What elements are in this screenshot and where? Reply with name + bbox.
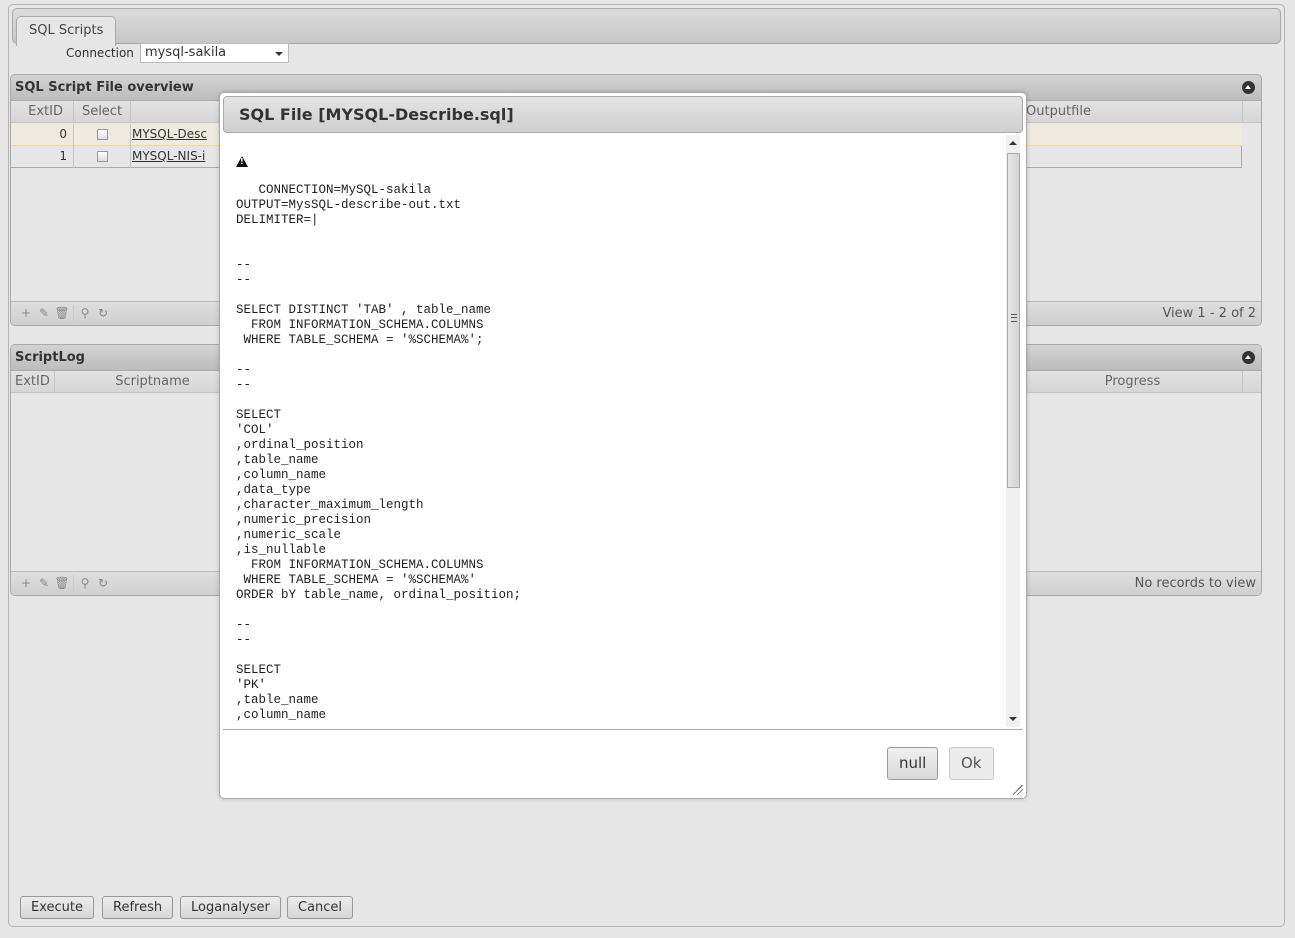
select-checkbox[interactable] — [96, 129, 108, 140]
pager-info: No records to view — [1134, 576, 1256, 591]
grip-icon — [1011, 314, 1017, 322]
row-select — [74, 124, 131, 146]
script-link[interactable]: MYSQL-Desc — [132, 124, 207, 146]
scroll-up-icon[interactable] — [1009, 141, 1017, 145]
execute-button[interactable]: Execute — [20, 896, 94, 919]
pager-info: View 1 - 2 of 2 — [1162, 306, 1256, 321]
connection-value: mysql-sakila — [145, 45, 227, 60]
tab-sql-scripts[interactable]: SQL Scripts — [16, 16, 117, 46]
row-extid: 0 — [11, 124, 74, 146]
ok-button[interactable]: Ok — [949, 747, 994, 780]
refresh-button[interactable]: Refresh — [102, 896, 174, 919]
connection-select[interactable]: mysql-sakila — [140, 43, 289, 63]
connection-label: Connection — [66, 46, 134, 60]
dialog-body: CONNECTION=MySQL-sakila OUTPUT=MysSQL-de… — [223, 135, 1023, 730]
loganalyser-button[interactable]: Loganalyser — [180, 896, 281, 919]
refresh-icon[interactable]: ↻ — [94, 306, 112, 320]
plus-icon[interactable]: + — [17, 306, 35, 320]
null-button[interactable]: null — [887, 747, 939, 780]
search-icon[interactable]: ⚲ — [76, 576, 94, 590]
sql-content: CONNECTION=MySQL-sakila OUTPUT=MysSQL-de… — [236, 183, 522, 722]
collapse-icon[interactable] — [1242, 351, 1255, 364]
col-extid[interactable]: ExtID — [11, 101, 74, 123]
col-select[interactable]: Select — [74, 101, 131, 123]
col-outputfile[interactable]: Outputfile — [1025, 101, 1243, 123]
sql-file-dialog: SQL File [MYSQL-Describe.sql] CONNECTION… — [219, 92, 1027, 799]
scroll-down-icon[interactable] — [1009, 717, 1017, 721]
vertical-scrollbar[interactable] — [1006, 135, 1020, 727]
plus-icon[interactable]: + — [17, 576, 35, 590]
chevron-down-icon — [275, 52, 283, 56]
tab-bar: SQL Scripts — [12, 8, 1281, 46]
row-extid: 1 — [11, 146, 74, 168]
select-checkbox[interactable] — [96, 151, 108, 162]
cancel-button[interactable]: Cancel — [287, 896, 354, 919]
refresh-icon[interactable]: ↻ — [94, 576, 112, 590]
trash-icon[interactable]: 🗑 — [53, 576, 71, 590]
row-select — [74, 146, 131, 168]
resize-handle-icon[interactable] — [1013, 785, 1023, 795]
pencil-icon[interactable]: ✎ — [35, 576, 53, 590]
pencil-icon[interactable]: ✎ — [35, 306, 53, 320]
col-extid[interactable]: ExtID — [11, 371, 55, 393]
warning-icon — [236, 156, 248, 167]
script-link[interactable]: MYSQL-NIS-i — [132, 146, 205, 168]
col-progress[interactable]: Progress — [1023, 371, 1243, 393]
trash-icon[interactable]: 🗑 — [53, 306, 71, 320]
dialog-title[interactable]: SQL File [MYSQL-Describe.sql] — [223, 96, 1023, 133]
scrollbar-thumb[interactable] — [1007, 153, 1020, 488]
collapse-icon[interactable] — [1242, 81, 1255, 94]
search-icon[interactable]: ⚲ — [76, 306, 94, 320]
